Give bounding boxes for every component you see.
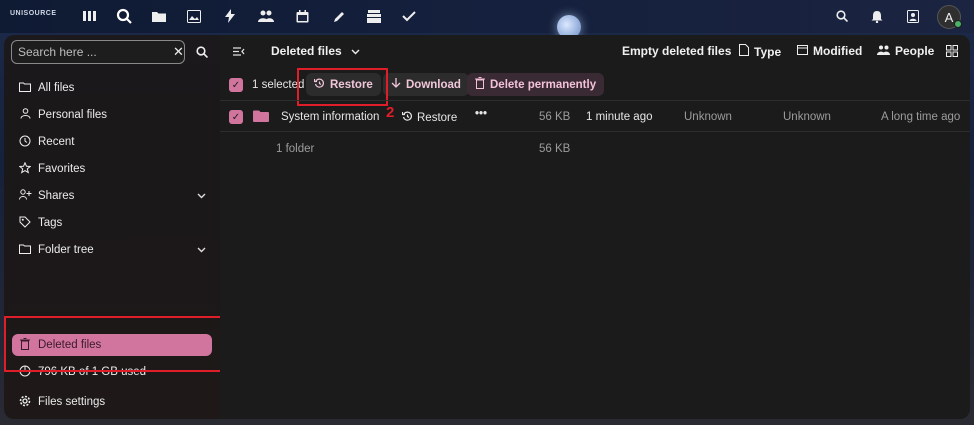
sidebar-item-label: Favorites [38,163,86,175]
row-divider [220,100,970,101]
delete-permanently-button[interactable]: Delete permanently [467,73,605,96]
folder-icon [18,82,32,95]
breadcrumb[interactable]: Deleted files [271,44,360,58]
type-filter-button[interactable]: Type [739,44,781,59]
sidebar-item-tags[interactable]: Tags [12,212,212,234]
settings-icon [18,395,32,410]
summary-size: 56 KB [539,143,571,155]
photos-icon[interactable] [186,8,202,24]
star-icon [18,161,32,177]
chevron-down-icon[interactable] [197,245,206,256]
storage-label: 796 KB of 1 GB used [38,366,147,378]
modified-filter-button[interactable]: Modified [797,44,862,58]
sidebar-item-label: Personal files [38,109,108,121]
contacts-icon[interactable] [258,8,274,24]
more-actions-icon[interactable]: ••• [475,108,487,120]
trash-icon [18,337,32,353]
avatar-letter: A [944,9,954,25]
restore-label: Restore [330,78,373,91]
grid-icon [946,45,958,60]
folder-icon [253,110,269,122]
files-icon[interactable] [151,8,167,24]
annotation-number-2: 2 [386,104,395,121]
notes-icon[interactable] [331,8,347,24]
sidebar-item-favorites[interactable]: Favorites [12,158,212,180]
restore-button[interactable]: Restore [306,73,381,96]
sidebar-item-label: Shares [38,190,75,202]
notifications-icon[interactable] [869,8,885,24]
search-icon[interactable] [194,44,210,60]
clear-search-icon[interactable]: ✕ [173,44,184,60]
search-app-icon[interactable] [116,8,132,24]
download-label: Download [406,78,461,91]
delete-permanently-label: Delete permanently [490,78,597,91]
toggle-sidebar-icon[interactable] [232,44,246,58]
row-divider [220,131,970,132]
sidebar-item-all-files[interactable]: All files [12,77,212,99]
row-restore-label: Restore [417,112,458,124]
chevron-down-icon[interactable] [197,191,206,202]
file-name[interactable]: System information [281,111,379,123]
share-icon [18,189,32,203]
sidebar-item-shares[interactable]: Shares [12,185,212,207]
row-checkbox[interactable]: ✓ [229,110,243,124]
original-location: Unknown [684,111,732,123]
download-icon [391,77,401,92]
people-icon [877,45,890,58]
tasks-icon[interactable] [401,8,417,24]
trash-icon [475,77,485,92]
deleted-time: 1 minute ago [586,111,653,123]
sidebar-item-label: Folder tree [38,244,94,256]
deck-icon[interactable] [366,8,382,24]
empty-deleted-files-button[interactable]: Empty deleted files [622,44,731,58]
empty-deleted-files-label: Empty deleted files [622,44,732,58]
download-button[interactable]: Download [383,73,469,96]
people-label: People [895,44,935,58]
selected-count: 1 selected [252,79,305,91]
sidebar-item-label: Deleted files [38,339,102,351]
dashboard-icon[interactable] [82,8,98,24]
people-filter-button[interactable]: People [877,44,934,58]
sidebar-item-files-settings[interactable]: Files settings [12,391,212,413]
row-restore-button[interactable]: Restore [401,111,458,125]
search-input[interactable] [18,45,173,59]
tag-icon [18,216,32,231]
contacts-menu-icon[interactable] [905,8,921,24]
storage-quota[interactable]: 796 KB of 1 GB used [12,361,212,383]
file-size: 56 KB [539,111,571,123]
person-icon [18,108,32,122]
history-icon [313,78,325,92]
top-app-bar [0,0,974,33]
sidebar-item-label: Tags [38,217,63,229]
breadcrumb-label: Deleted files [271,44,342,58]
type-label: Type [754,44,782,59]
activity-icon[interactable] [222,8,238,24]
sidebar-item-label: Files settings [38,396,106,408]
summary-label: 1 folder [276,143,315,155]
deleted-by: Unknown [783,111,831,123]
sidebar-item-deleted-files[interactable]: Deleted files [12,334,212,356]
logo[interactable]: UNISOURCE [10,10,57,17]
sidebar-item-recent[interactable]: Recent [12,131,212,153]
sidebar-item-label: Recent [38,136,75,148]
file-icon [739,44,749,59]
modified-label: Modified [813,44,863,58]
search-field[interactable]: ✕ [11,40,185,64]
calendar-icon[interactable] [294,8,310,24]
modified-time: A long time ago [881,111,961,123]
history-icon [401,111,413,125]
history-icon [18,135,32,150]
unified-search-icon[interactable] [834,8,850,24]
folder-tree-icon [18,244,32,257]
sidebar-item-label: All files [38,82,75,94]
storage-icon [18,365,32,380]
chevron-down-icon [351,44,360,58]
sidebar-item-personal-files[interactable]: Personal files [12,104,212,126]
online-status-dot [954,20,962,28]
calendar-icon [797,44,808,58]
sidebar-item-folder-tree[interactable]: Folder tree [12,239,212,261]
select-all-checkbox[interactable]: ✓ [229,78,243,92]
grid-view-toggle[interactable] [946,45,958,60]
